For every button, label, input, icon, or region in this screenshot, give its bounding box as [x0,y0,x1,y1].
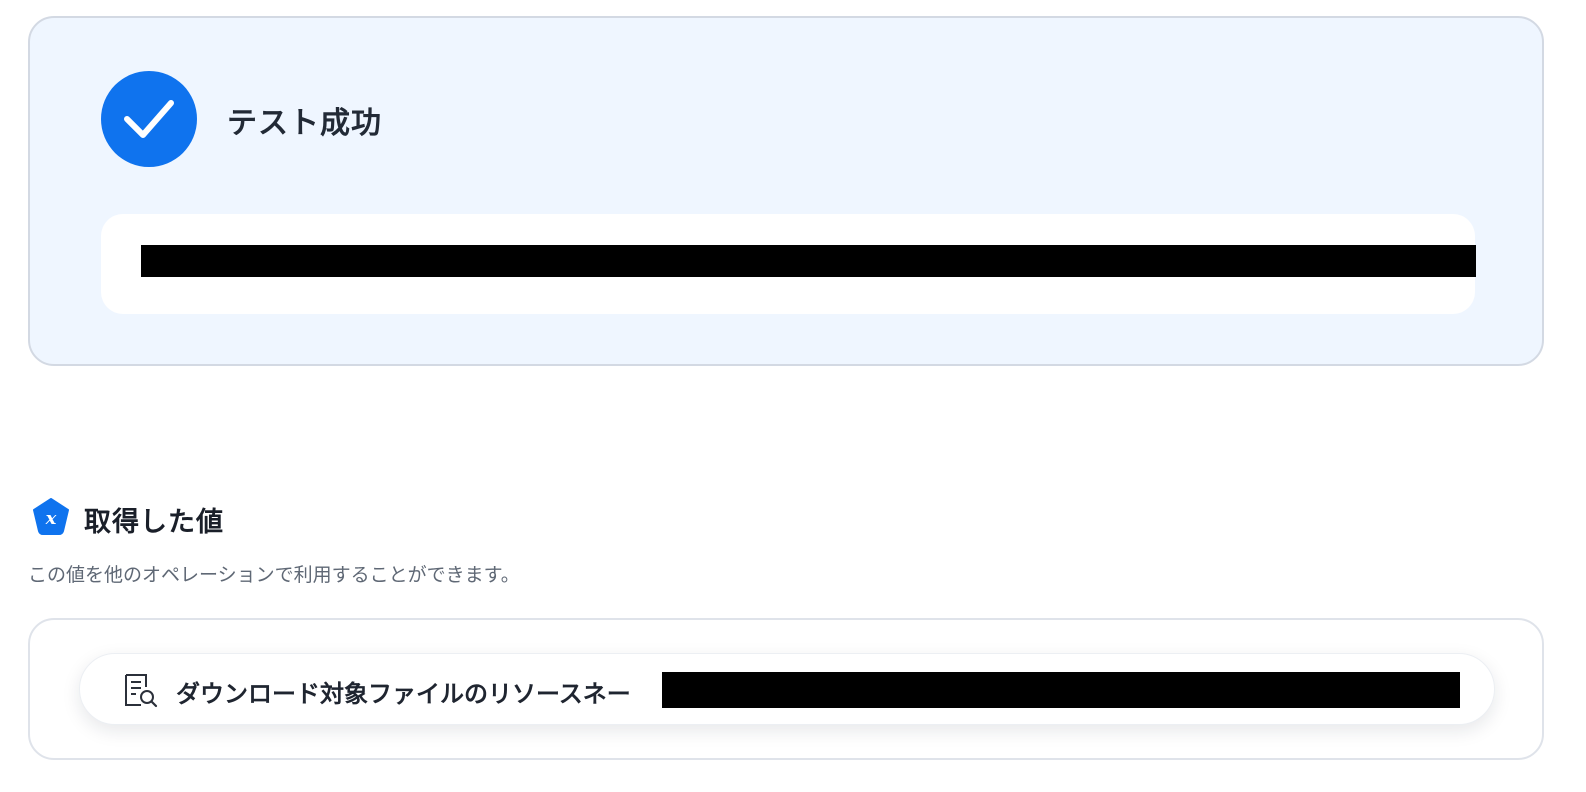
redacted-result-text [141,245,1476,277]
test-success-panel: テスト成功 [28,16,1544,366]
document-search-icon [122,672,158,708]
obtained-values-title: 取得した値 [84,507,224,538]
variable-pentagon-icon: x [31,497,71,537]
obtained-values-panel: ダウンロード対象ファイルのリソースネー [28,618,1544,760]
obtained-values-description: この値を他のオペレーションで利用することができます。 [28,564,520,586]
value-chip-label: ダウンロード対象ファイルのリソースネー [176,680,631,708]
test-success-title: テスト成功 [227,106,382,141]
check-circle-icon [101,71,197,167]
page: テスト成功 x 取得した値 この値を他のオペレーションで利用することができます。 [0,0,1586,792]
redacted-value [662,672,1460,708]
value-chip-resource-name[interactable]: ダウンロード対象ファイルのリソースネー [79,653,1495,725]
test-result-box [101,214,1476,314]
svg-text:x: x [45,508,57,529]
